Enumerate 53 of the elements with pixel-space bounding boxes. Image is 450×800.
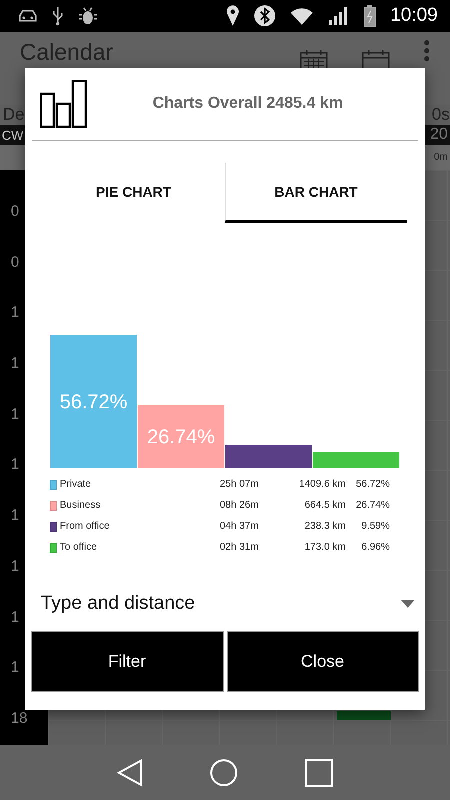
percent-value: 26.74% [355,500,390,511]
hour-label: 0 [10,202,20,221]
location-icon [226,5,240,27]
bluetooth-icon [254,5,276,27]
home-icon[interactable] [210,758,238,786]
wifi-icon [290,6,314,26]
legend-label: From office [60,521,110,532]
column-header: De [3,105,25,125]
dropdown-caret-icon[interactable] [401,600,415,608]
chart-tab[interactable]: BAR CHART [224,163,407,223]
legend-label: To office [60,542,98,553]
hour-label: 1 [10,303,20,322]
car-icon [18,9,38,23]
percent-value: 56.72% [355,479,390,490]
battery-icon [364,5,376,27]
hour-label: 1 [10,556,20,576]
back-icon[interactable] [117,758,143,786]
column-header: 0s [432,105,450,125]
distance-value: 1409.6 km [298,479,346,490]
recents-icon[interactable] [305,758,333,786]
week-label: CW [2,128,24,142]
hour-label: 0 [10,252,20,272]
more-options-icon[interactable] [424,39,430,63]
clock-time: 10:09 [390,5,438,27]
hour-label: 18 [10,708,29,728]
hour-label: 1 [10,506,20,525]
dialog-title: Charts Overall 2485.4 km [152,95,344,113]
duration-value: 25h 07m [220,479,260,490]
bar-value-label: 56.72% [60,392,128,414]
hour-label: 1 [10,354,20,373]
dialog-button[interactable]: Filter [31,631,224,692]
percent-value: 9.59% [360,521,390,532]
dialog-button[interactable]: Close [226,631,419,692]
hour-label: 1 [10,658,20,677]
app-title: Calendar [20,39,114,65]
distance-value: 173.0 km [304,542,346,553]
hour-label: 1 [10,455,20,474]
usb-icon [52,6,64,26]
duration-value: 08h 26m [220,500,260,511]
percent-value: 6.96% [360,542,390,553]
distance-value: 664.5 km [304,500,346,511]
duration-value: 04h 37m [220,521,260,532]
legend-label: Private [60,479,92,490]
week-number: 20 [430,126,448,144]
bar-value-label: 26.74% [147,426,216,448]
bar-chart-icon [40,80,88,128]
hour-label: 1 [10,404,20,424]
duration-total: 0m [434,152,448,163]
distance-value: 238.3 km [304,521,346,532]
duration-value: 02h 31m [220,542,260,553]
bug-icon [78,6,98,26]
dropdown-value[interactable]: Type and distance [41,593,196,615]
legend-label: Business [60,500,101,511]
